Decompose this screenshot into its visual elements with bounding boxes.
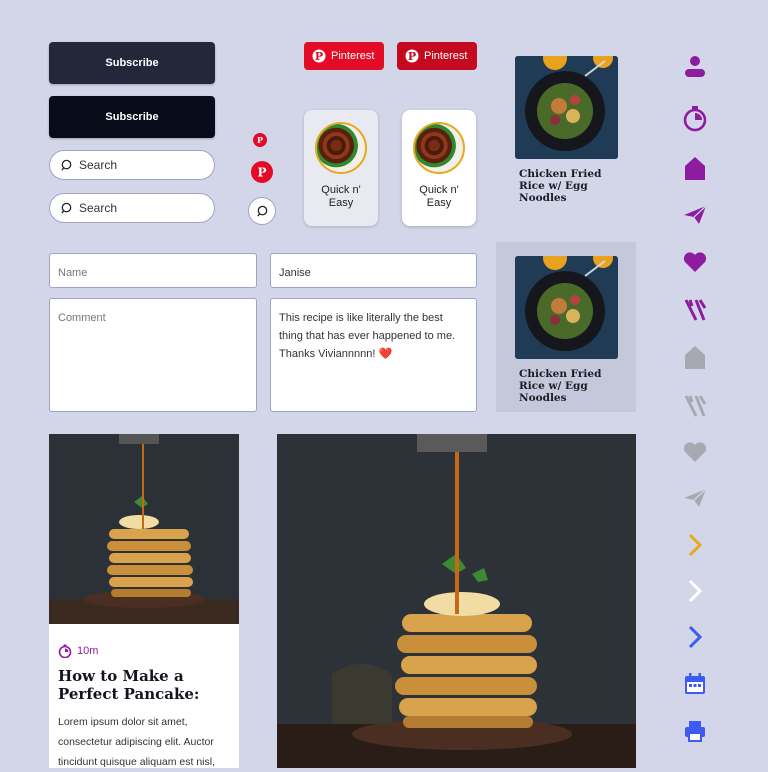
category-label: Quick n' Easy xyxy=(419,184,459,209)
name-field-filled[interactable]: Janise xyxy=(270,253,477,288)
heart-icon xyxy=(680,251,710,273)
comment-field-filled[interactable]: This recipe is like literally the best t… xyxy=(270,298,477,412)
search-input-outlined[interactable]: Search xyxy=(49,193,215,223)
timer-icon xyxy=(680,106,710,132)
search-input[interactable]: Search xyxy=(49,150,215,180)
heart-icon-inactive xyxy=(680,441,710,463)
cook-time: 10m xyxy=(77,645,99,657)
svg-text:P: P xyxy=(257,136,263,144)
chevron-right-icon-blue[interactable] xyxy=(680,625,710,649)
printer-icon[interactable] xyxy=(680,720,710,742)
calendar-icon[interactable] xyxy=(680,673,710,695)
chevron-right-icon-white[interactable] xyxy=(680,579,710,603)
search-icon xyxy=(61,159,72,171)
category-label: Quick n' Easy xyxy=(321,184,361,209)
search-circle-button[interactable] xyxy=(248,197,276,225)
article-body: Lorem ipsum dolor sit amet, consectetur … xyxy=(58,716,216,768)
user-icon xyxy=(680,54,710,78)
time-row: 10m xyxy=(58,644,98,658)
svg-text:P: P xyxy=(408,50,416,63)
comment-field[interactable]: Comment xyxy=(49,298,257,412)
pinterest-icon: P xyxy=(257,166,266,178)
home-icon xyxy=(680,156,710,180)
pinterest-medium-button[interactable]: P xyxy=(251,161,273,183)
article-card[interactable]: 10m How to Make a Perfect Pancake: Lorem… xyxy=(49,434,239,768)
meatballs-thumbnail xyxy=(315,122,367,174)
send-icon-inactive xyxy=(680,487,710,509)
timer-icon xyxy=(58,644,72,658)
pinterest-icon: P xyxy=(312,49,326,63)
subscribe-button[interactable]: Subscribe xyxy=(49,42,215,84)
name-field[interactable]: Name xyxy=(49,253,257,288)
svg-text:P: P xyxy=(257,166,266,178)
home-icon-inactive xyxy=(680,345,710,369)
pinterest-icon: P xyxy=(405,49,419,63)
noodle-bowl-image xyxy=(515,56,618,159)
subscribe-button-dark[interactable]: Subscribe xyxy=(49,96,215,138)
pinterest-button[interactable]: P Pinterest xyxy=(304,42,384,70)
search-icon xyxy=(61,202,72,214)
chevron-right-icon-yellow[interactable] xyxy=(680,533,710,557)
pinterest-button-label: Pinterest xyxy=(331,50,375,62)
recipe-image[interactable] xyxy=(515,56,618,159)
pinterest-button-pressed[interactable]: P Pinterest xyxy=(397,42,477,70)
svg-text:P: P xyxy=(315,50,323,63)
utensils-icon-inactive xyxy=(680,394,710,418)
search-placeholder: Search xyxy=(79,158,118,172)
hero-image[interactable] xyxy=(277,434,636,768)
search-icon xyxy=(256,205,267,217)
meatballs-thumbnail xyxy=(413,122,465,174)
recipe-title[interactable]: Chicken Fried Rice w/ Egg Noodles xyxy=(519,168,609,204)
search-placeholder: Search xyxy=(79,201,118,215)
pancake-image xyxy=(277,434,636,768)
pinterest-icon: P xyxy=(257,136,263,144)
category-card-selected[interactable]: Quick n' Easy xyxy=(304,110,378,226)
noodle-bowl-image xyxy=(515,256,618,359)
pinterest-button-label: Pinterest xyxy=(424,50,468,62)
article-title[interactable]: How to Make a Perfect Pancake: xyxy=(58,667,236,703)
recipe-title[interactable]: Chicken Fried Rice w/ Egg Noodles xyxy=(519,368,609,404)
category-card[interactable]: Quick n' Easy xyxy=(402,110,476,226)
send-icon xyxy=(680,204,710,226)
pinterest-small-button[interactable]: P xyxy=(253,133,267,147)
pancake-image xyxy=(49,434,239,624)
recipe-image[interactable] xyxy=(515,256,618,359)
utensils-icon xyxy=(680,298,710,322)
